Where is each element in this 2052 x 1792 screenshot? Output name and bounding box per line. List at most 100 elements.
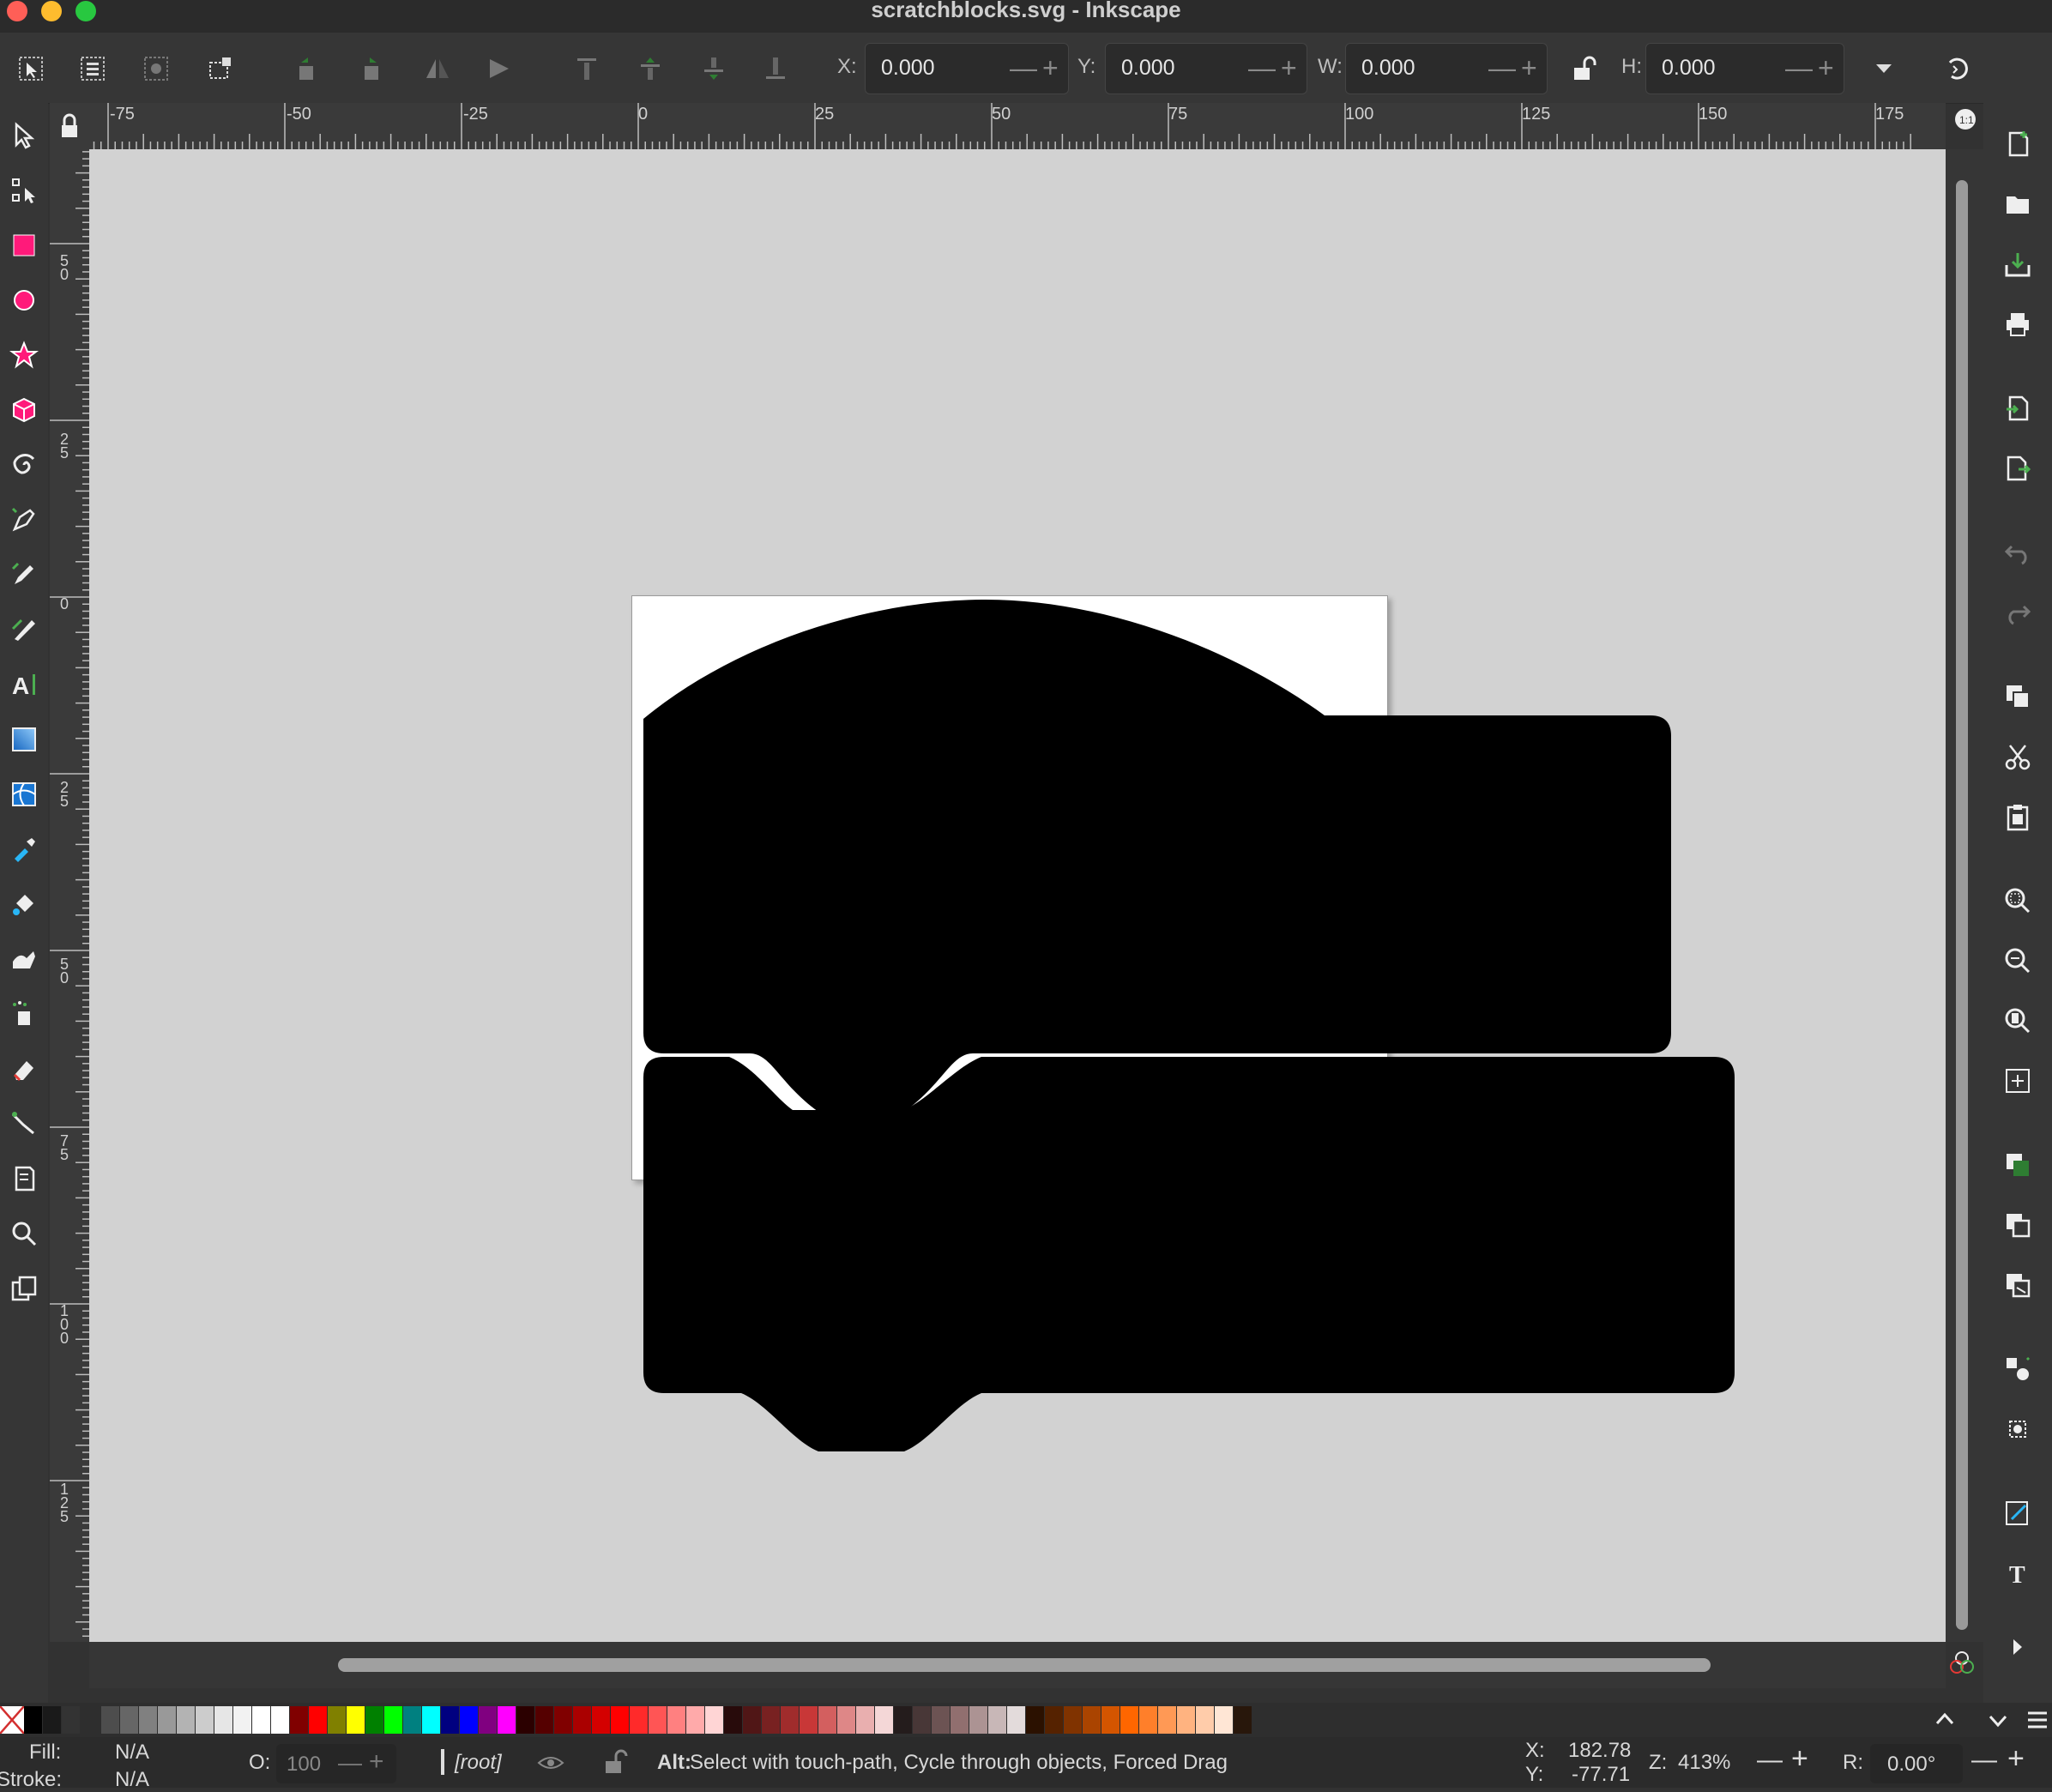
redo-icon[interactable] — [1999, 594, 2037, 631]
color-swatch[interactable] — [894, 1706, 912, 1734]
current-layer[interactable]: [root] — [455, 1751, 502, 1775]
h-increment-icon[interactable]: + — [1818, 52, 1834, 84]
mesh-tool-icon[interactable] — [5, 775, 43, 813]
fill-value[interactable]: N/A — [115, 1741, 149, 1765]
opacity-decrement-icon[interactable]: — — [338, 1749, 362, 1777]
color-swatch[interactable] — [837, 1706, 855, 1734]
w-field[interactable]: 0.000 — + — [1345, 43, 1548, 94]
color-swatch[interactable] — [290, 1706, 308, 1734]
zoom-correction-icon[interactable]: 1:1 — [1952, 106, 1978, 132]
raise-to-top-icon[interactable] — [570, 51, 604, 86]
guide-lock-icon[interactable] — [50, 103, 89, 149]
connector-tool-icon[interactable] — [5, 1105, 43, 1143]
color-swatch[interactable] — [573, 1706, 591, 1734]
w-decrement-icon[interactable]: — — [1488, 52, 1516, 84]
text-tool-icon[interactable]: A — [5, 666, 43, 703]
color-swatch[interactable] — [856, 1706, 874, 1734]
color-swatch[interactable] — [1215, 1706, 1233, 1734]
undo-icon[interactable] — [1999, 534, 2037, 571]
color-swatch[interactable] — [535, 1706, 553, 1734]
lower-to-bottom-icon[interactable] — [758, 51, 793, 86]
fill-stroke-icon[interactable] — [1999, 1494, 2037, 1532]
x-increment-icon[interactable]: + — [1042, 52, 1059, 84]
color-swatch[interactable] — [630, 1706, 648, 1734]
color-swatch[interactable] — [516, 1706, 534, 1734]
import-icon[interactable] — [1999, 389, 2037, 427]
raise-icon[interactable] — [633, 51, 667, 86]
layer-visibility-icon[interactable] — [535, 1749, 566, 1777]
color-swatch[interactable] — [177, 1706, 195, 1734]
rotate-cw-icon[interactable] — [353, 51, 388, 86]
color-swatch[interactable] — [309, 1706, 327, 1734]
select-all-icon[interactable] — [14, 51, 48, 86]
zoom-out-icon[interactable]: — — [1757, 1746, 1783, 1775]
pencil-tool-icon[interactable] — [5, 556, 43, 594]
open-folder-icon[interactable] — [1999, 185, 2037, 223]
copy-icon[interactable] — [1999, 678, 2037, 715]
print-icon[interactable] — [1999, 305, 2037, 343]
new-document-icon[interactable] — [1999, 125, 2037, 163]
color-swatch[interactable] — [800, 1706, 818, 1734]
color-swatch[interactable] — [932, 1706, 950, 1734]
zoom-selection-icon[interactable] — [1999, 882, 2037, 920]
tweak-tool-icon[interactable] — [5, 940, 43, 978]
color-swatch[interactable] — [1101, 1706, 1120, 1734]
pages-tool-icon[interactable] — [5, 1160, 43, 1198]
color-swatch[interactable] — [743, 1706, 761, 1734]
color-swatch[interactable] — [43, 1706, 61, 1734]
x-field[interactable]: 0.000 — + — [865, 43, 1069, 94]
vertical-scroll-thumb[interactable] — [1956, 180, 1968, 1630]
horizontal-scroll-thumb[interactable] — [338, 1658, 1711, 1672]
expand-commands-icon[interactable] — [1999, 1628, 2037, 1666]
color-swatch[interactable] — [762, 1706, 780, 1734]
zoom-page-icon[interactable] — [1999, 1002, 2037, 1040]
save-icon[interactable] — [1999, 245, 2037, 283]
group-icon[interactable] — [1999, 1350, 2037, 1388]
rectangle-tool-icon[interactable] — [5, 226, 43, 264]
ungroup-icon[interactable] — [1999, 1410, 2037, 1448]
color-swatch[interactable] — [403, 1706, 421, 1734]
color-swatch[interactable] — [422, 1706, 440, 1734]
color-swatch[interactable] — [1007, 1706, 1025, 1734]
color-swatch[interactable] — [252, 1706, 270, 1734]
touch-select-icon[interactable] — [202, 51, 237, 86]
x-decrement-icon[interactable]: — — [1010, 52, 1037, 84]
flip-horizontal-icon[interactable] — [420, 51, 455, 86]
cut-icon[interactable] — [1999, 738, 2037, 775]
box3d-tool-icon[interactable] — [5, 391, 43, 429]
spiral-tool-icon[interactable] — [5, 446, 43, 484]
color-swatch[interactable] — [158, 1706, 176, 1734]
color-swatch[interactable] — [1158, 1706, 1176, 1734]
rotation-field[interactable]: 0.00° — [1870, 1744, 1963, 1783]
color-swatch[interactable] — [384, 1706, 402, 1734]
y-field[interactable]: 0.000 — + — [1105, 43, 1307, 94]
text-font-icon[interactable]: T — [1999, 1554, 2037, 1592]
export-icon[interactable] — [1999, 450, 2037, 487]
color-swatch[interactable] — [611, 1706, 629, 1734]
no-paint-swatch[interactable] — [0, 1705, 25, 1735]
y-increment-icon[interactable]: + — [1281, 52, 1297, 84]
eraser-tool-icon[interactable] — [5, 1050, 43, 1088]
spray-tool-icon[interactable] — [5, 995, 43, 1033]
snap-toggle-icon[interactable] — [1940, 51, 1975, 86]
palette-scroll-down-icon[interactable] — [1983, 1706, 2013, 1734]
color-swatch[interactable] — [441, 1706, 459, 1734]
opacity-increment-icon[interactable]: + — [369, 1747, 384, 1777]
color-swatch[interactable] — [1177, 1706, 1195, 1734]
h-decrement-icon[interactable]: — — [1785, 52, 1813, 84]
layer-lock-icon[interactable] — [601, 1747, 628, 1777]
stack-block-shape[interactable] — [643, 1057, 1735, 1451]
color-swatch[interactable] — [24, 1706, 42, 1734]
ellipse-tool-icon[interactable] — [5, 281, 43, 319]
clone-tool-icon[interactable] — [5, 1270, 43, 1307]
color-swatch[interactable] — [1234, 1706, 1252, 1734]
dropper-tool-icon[interactable] — [5, 830, 43, 868]
duplicate-icon[interactable] — [1999, 1146, 2037, 1184]
pen-tool-icon[interactable] — [5, 501, 43, 539]
color-swatch[interactable] — [818, 1706, 836, 1734]
select-all-layers-icon[interactable] — [75, 51, 110, 86]
units-dropdown-icon[interactable] — [1867, 51, 1901, 86]
node-tool-icon[interactable] — [5, 172, 43, 209]
color-swatch[interactable] — [649, 1706, 667, 1734]
rotate-cw-icon[interactable]: + — [2007, 1742, 2025, 1776]
